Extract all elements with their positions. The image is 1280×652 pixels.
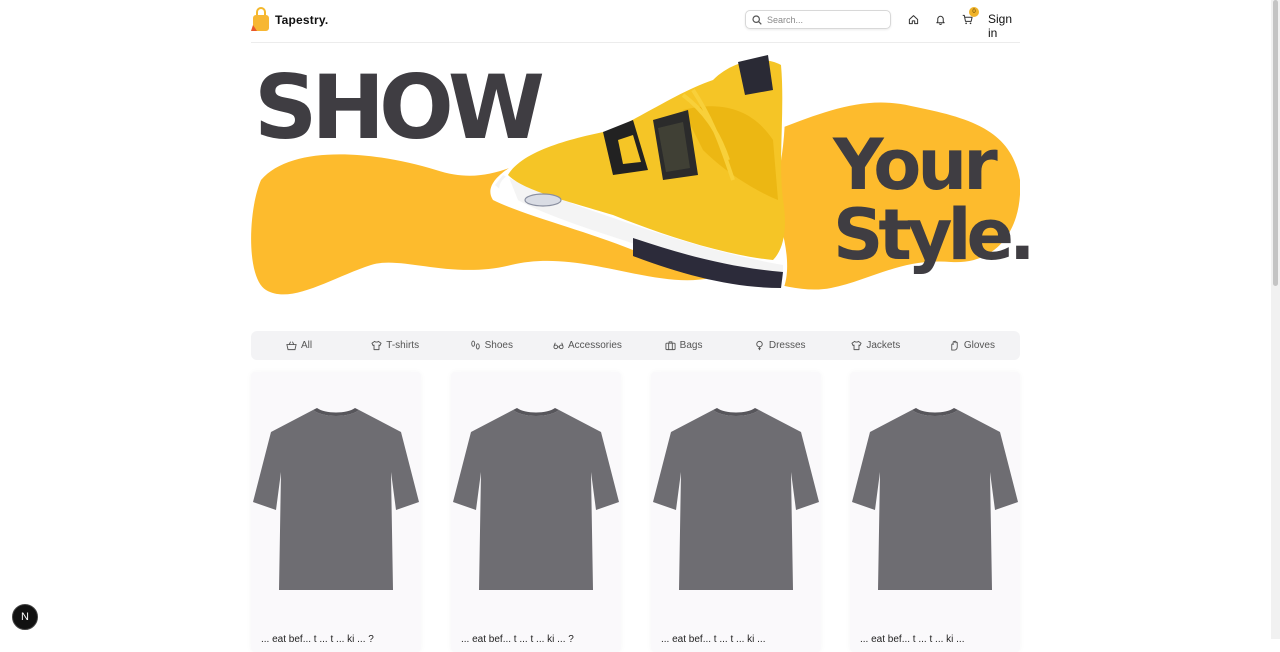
category-label: Accessories — [567, 340, 622, 351]
category-label: Shoes — [484, 340, 513, 351]
search-icon — [752, 14, 762, 25]
grey-tshirt-image — [453, 408, 619, 590]
grey-tshirt-image — [852, 408, 1018, 590]
jacket-icon — [851, 340, 862, 351]
product-card[interactable]: ... eat bef... t ... t ... ki ... ? — [451, 372, 621, 652]
tshirt-icon — [371, 340, 382, 351]
category-jackets[interactable]: Jackets — [828, 331, 924, 360]
dress-icon — [754, 340, 765, 351]
logo[interactable]: Tapestry. — [251, 7, 328, 33]
hero-banner: SHOW Your Style. — [251, 50, 1036, 300]
page-scrollbar[interactable] — [1271, 0, 1280, 639]
product-title[interactable]: ... eat bef... t ... t ... ki ... ? — [261, 634, 374, 645]
category-bags[interactable]: Bags — [636, 331, 732, 360]
product-card[interactable]: ... eat bef... t ... t ... ki ... — [850, 372, 1020, 652]
category-label: Gloves — [963, 340, 995, 351]
category-all[interactable]: All — [251, 331, 347, 360]
product-title[interactable]: ... eat bef... t ... t ... ki ... ? — [461, 634, 574, 645]
category-accessories[interactable]: Accessories — [539, 331, 635, 360]
category-gloves[interactable]: Gloves — [924, 331, 1020, 360]
shopping-bag-logo-icon — [251, 7, 269, 31]
hero-your-text: Your — [833, 124, 998, 206]
header: Tapestry. 0 Sign in — [251, 0, 1020, 43]
brand-name: Tapestry. — [275, 13, 329, 27]
product-title[interactable]: ... eat bef... t ... t ... ki ... — [661, 634, 765, 645]
hero-style-text: Style. — [833, 194, 1036, 276]
scrollbar-thumb[interactable] — [1273, 0, 1278, 286]
product-card[interactable]: ... eat bef... t ... t ... ki ... — [651, 372, 821, 652]
home-icon[interactable] — [906, 12, 920, 26]
category-bar: All T-shirts Shoes Accessories Bags Dres… — [251, 331, 1020, 360]
cart-count-badge: 0 — [969, 7, 979, 17]
search-box[interactable] — [745, 10, 891, 29]
glasses-icon — [553, 340, 564, 351]
basket-icon — [286, 340, 297, 351]
category-label: Jackets — [866, 340, 901, 351]
page: Tapestry. 0 Sign in SHOW — [251, 0, 1036, 652]
yellow-sneaker-image — [490, 55, 788, 290]
category-label: Dresses — [768, 340, 806, 351]
grey-tshirt-image — [653, 408, 819, 590]
glove-icon — [949, 340, 960, 351]
nextjs-dev-badge[interactable]: N — [12, 604, 38, 630]
briefcase-icon — [665, 340, 676, 351]
category-dresses[interactable]: Dresses — [732, 331, 828, 360]
category-label: All — [301, 340, 313, 351]
product-title[interactable]: ... eat bef... t ... t ... ki ... — [860, 634, 964, 645]
category-label: Bags — [679, 340, 703, 351]
product-card[interactable]: ... eat bef... t ... t ... ki ... ? — [251, 372, 421, 652]
signin-link[interactable]: Sign in — [988, 12, 1020, 40]
search-input[interactable] — [767, 14, 877, 25]
grey-tshirt-image — [253, 408, 419, 590]
bell-icon[interactable] — [933, 12, 947, 26]
category-label: T-shirts — [386, 340, 420, 351]
category-tshirts[interactable]: T-shirts — [347, 331, 443, 360]
category-shoes[interactable]: Shoes — [443, 331, 539, 360]
footprints-icon — [470, 340, 481, 351]
